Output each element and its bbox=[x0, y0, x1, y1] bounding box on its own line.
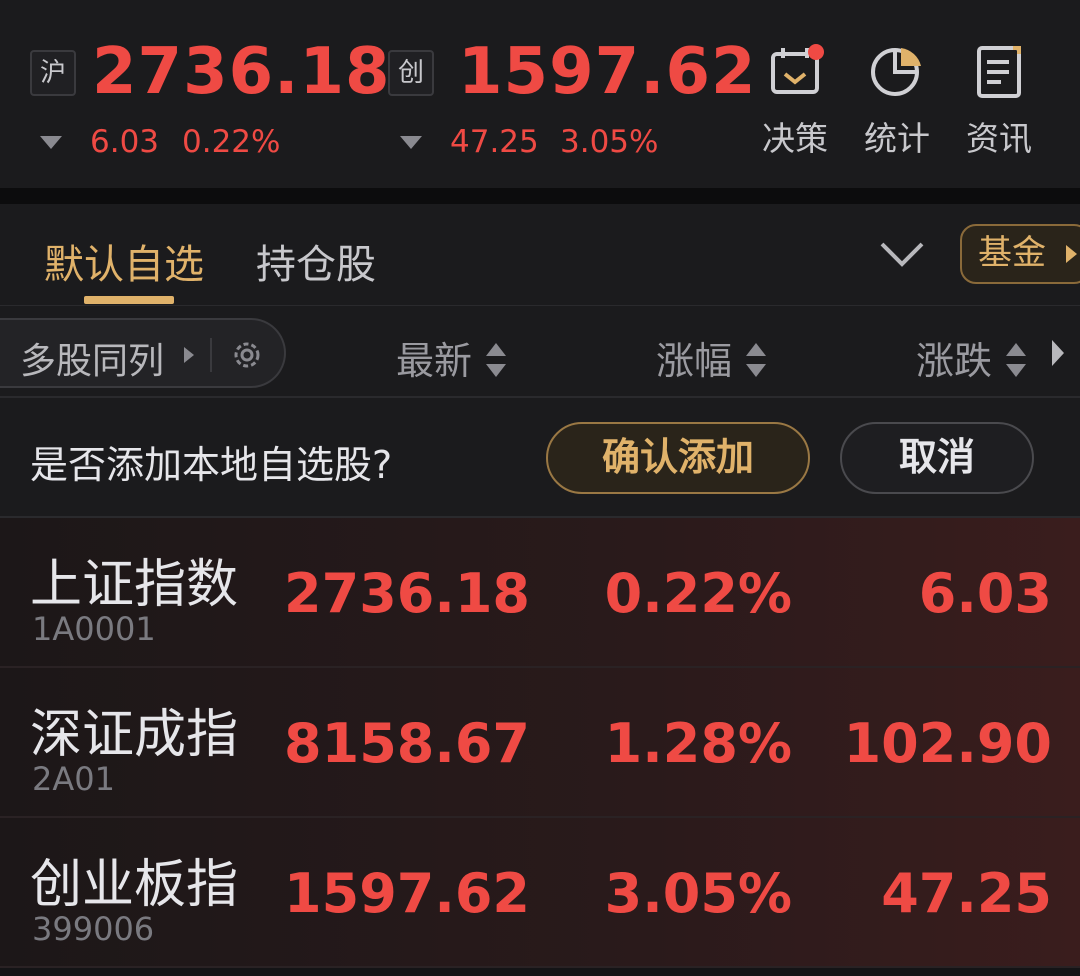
stock-name: 深证成指 bbox=[30, 705, 239, 765]
stock-change: 102.90 bbox=[843, 712, 1052, 775]
cancel-button[interactable]: 取消 bbox=[840, 422, 1034, 494]
sort-icon bbox=[486, 342, 507, 377]
sort-icon bbox=[746, 342, 767, 377]
stock-list: 上证指数 1A0001 2736.18 0.22% 6.03 深证成指 2A01… bbox=[0, 518, 1080, 976]
caret-down-icon bbox=[400, 136, 422, 149]
more-columns-arrow-icon[interactable] bbox=[1052, 340, 1064, 366]
column-latest-label: 最新 bbox=[396, 339, 473, 383]
index-percent: 3.05% bbox=[560, 124, 659, 160]
table-row[interactable]: 深证成指 2A01 8158.67 1.28% 102.90 bbox=[0, 668, 1080, 818]
index-change: 6.03 bbox=[90, 124, 160, 160]
tab-active-indicator bbox=[84, 296, 174, 304]
notification-dot bbox=[808, 44, 824, 60]
stock-latest: 8158.67 bbox=[284, 712, 530, 775]
fund-label: 基金 bbox=[978, 233, 1046, 273]
gear-icon[interactable] bbox=[230, 338, 264, 372]
multi-list-label: 多股同列 bbox=[20, 341, 165, 382]
pie-chart-icon bbox=[871, 48, 921, 96]
prompt-text: 是否添加本地自选股? bbox=[30, 443, 393, 487]
tool-label: 统计 bbox=[864, 119, 930, 158]
index-value: 1597.62 bbox=[458, 35, 757, 109]
tool-statistics[interactable]: 统计 bbox=[852, 44, 942, 160]
add-local-watchlist-prompt: 是否添加本地自选股? 确认添加 取消 bbox=[0, 398, 1080, 518]
stock-name: 创业板指 bbox=[30, 855, 239, 915]
index-value: 2736.18 bbox=[92, 35, 391, 109]
index-change: 47.25 bbox=[450, 124, 539, 160]
stock-code: 1A0001 bbox=[32, 610, 156, 648]
stock-name: 上证指数 bbox=[30, 555, 239, 615]
tab-default-watchlist[interactable]: 默认自选 bbox=[44, 232, 204, 290]
stock-change-pct: 1.28% bbox=[604, 712, 792, 775]
stock-latest: 2736.18 bbox=[284, 562, 530, 625]
watchlist-tabs: 默认自选 持仓股 基金 bbox=[0, 204, 1080, 306]
column-change-label: 涨跌 bbox=[916, 339, 993, 383]
play-arrow-icon bbox=[1066, 245, 1077, 263]
column-change[interactable]: 涨跌 bbox=[916, 330, 1027, 385]
stock-change: 47.25 bbox=[881, 862, 1052, 925]
confirm-add-button[interactable]: 确认添加 bbox=[546, 422, 810, 494]
index-header: 沪 2736.18 6.03 0.22% 创 1597.62 47.25 3.0… bbox=[0, 0, 1080, 188]
caret-down-icon bbox=[40, 136, 62, 149]
column-header: 多股同列 最新 涨幅 涨跌 bbox=[0, 306, 1080, 398]
tool-news[interactable]: 资讯 bbox=[954, 44, 1044, 160]
index-percent: 0.22% bbox=[182, 124, 281, 160]
tab-holdings[interactable]: 持仓股 bbox=[256, 232, 376, 290]
column-change-pct-label: 涨幅 bbox=[656, 339, 733, 383]
tool-label: 资讯 bbox=[966, 119, 1032, 158]
news-document-icon bbox=[977, 46, 1021, 98]
column-change-pct[interactable]: 涨幅 bbox=[656, 330, 767, 385]
section-divider bbox=[0, 188, 1080, 204]
table-row[interactable]: 创业板指 399006 1597.62 3.05% 47.25 bbox=[0, 818, 1080, 968]
stock-code: 399006 bbox=[32, 910, 155, 948]
multi-list-button[interactable]: 多股同列 bbox=[0, 318, 286, 388]
stock-change-pct: 0.22% bbox=[604, 562, 792, 625]
tool-label: 决策 bbox=[762, 119, 828, 158]
table-row[interactable]: 上证指数 1A0001 2736.18 0.22% 6.03 bbox=[0, 518, 1080, 668]
index-badge: 沪 bbox=[30, 50, 76, 96]
stock-change: 6.03 bbox=[918, 562, 1052, 625]
pill-separator bbox=[210, 338, 212, 372]
stock-code: 2A01 bbox=[32, 760, 115, 798]
stock-latest: 1597.62 bbox=[284, 862, 530, 925]
chevron-down-icon[interactable] bbox=[878, 234, 926, 274]
stock-change-pct: 3.05% bbox=[604, 862, 792, 925]
sort-icon bbox=[1006, 342, 1027, 377]
fund-button[interactable]: 基金 bbox=[960, 224, 1080, 284]
column-latest[interactable]: 最新 bbox=[396, 330, 507, 385]
tool-decision[interactable]: 决策 bbox=[750, 44, 840, 160]
play-arrow-icon bbox=[184, 347, 194, 363]
index-badge: 创 bbox=[388, 50, 434, 96]
